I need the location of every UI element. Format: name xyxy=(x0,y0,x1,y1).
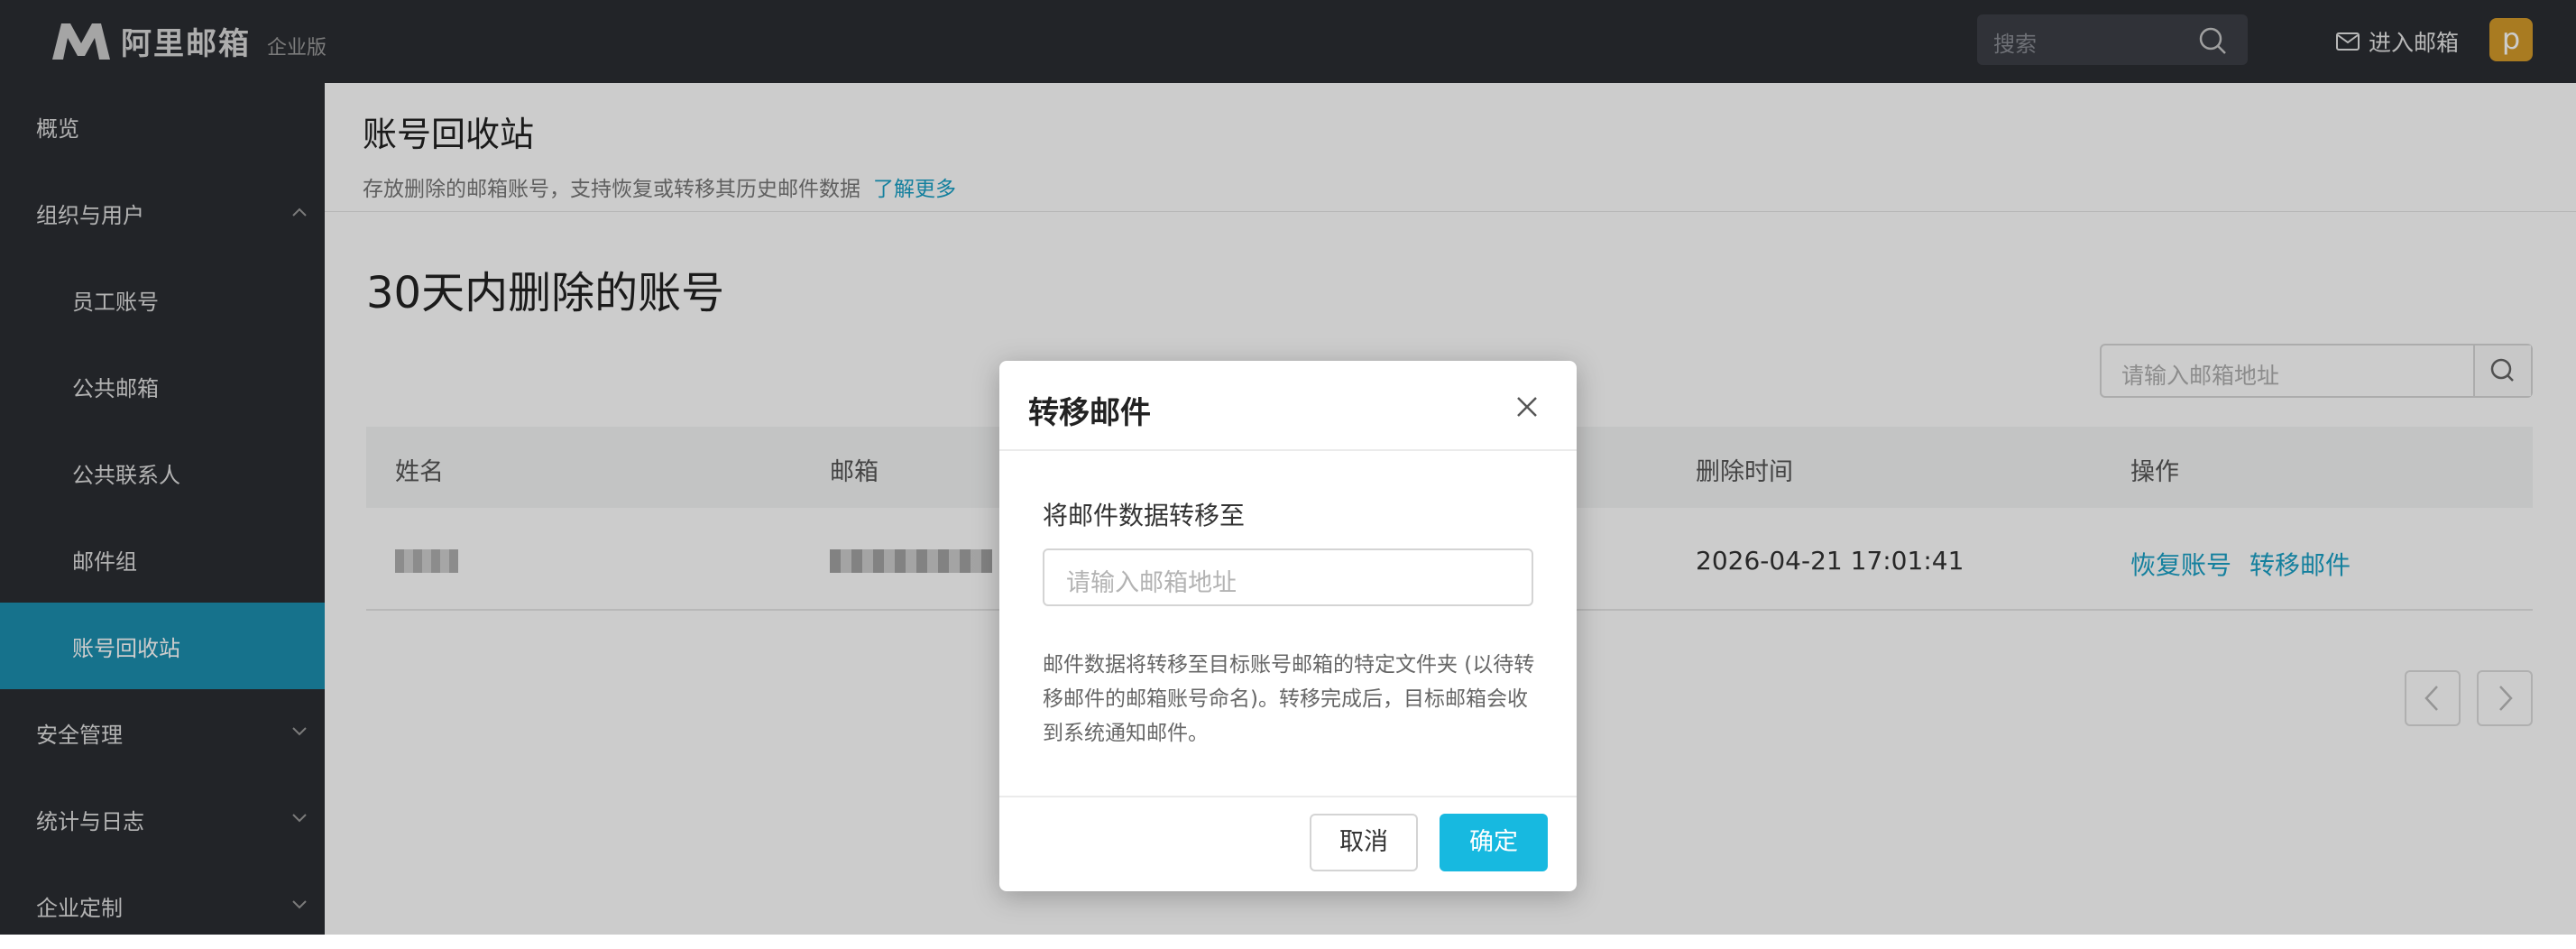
cancel-button[interactable]: 取消 xyxy=(1310,814,1418,871)
dialog-header-divider xyxy=(999,449,1577,451)
dialog-description: 邮件数据将转移至目标账号邮箱的特定文件夹 (以待转移邮件的邮箱账号命名)。转移完… xyxy=(1043,653,1535,745)
dialog-footer-divider xyxy=(999,796,1577,797)
target-mailbox-input[interactable]: 请输入邮箱地址 xyxy=(1043,548,1533,606)
target-mailbox-placeholder: 请输入邮箱地址 xyxy=(1066,569,1237,597)
transfer-mail-dialog: 转移邮件 将邮件数据转移至 请输入邮箱地址 邮件数据将转移至目标账号邮箱的特定文… xyxy=(999,361,1577,891)
confirm-button[interactable]: 确定 xyxy=(1440,814,1548,871)
target-mailbox-label: 将邮件数据转移至 xyxy=(1043,501,1246,530)
close-icon[interactable] xyxy=(1513,393,1541,420)
dialog-title: 转移邮件 xyxy=(1028,395,1151,431)
